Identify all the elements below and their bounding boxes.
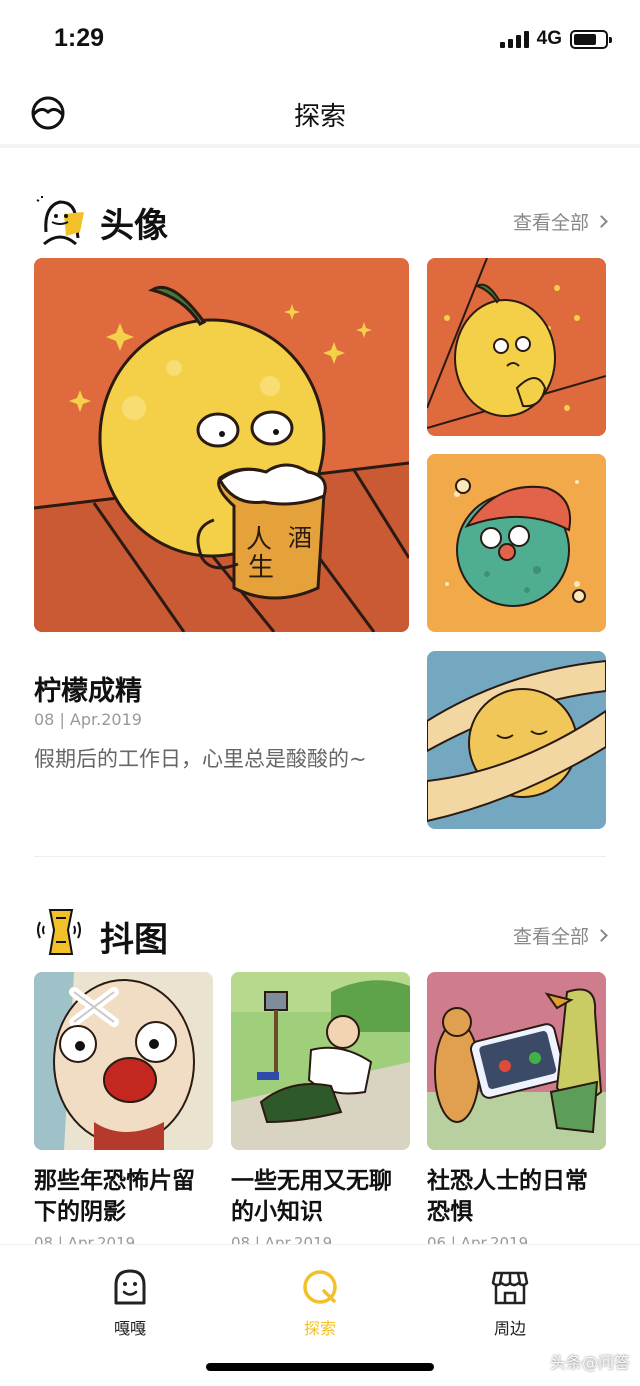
tab-explore[interactable]: 探索	[260, 1267, 380, 1339]
chevron-right-icon	[595, 215, 608, 228]
girl-avatar-icon	[36, 196, 84, 246]
avatar-thumb-1[interactable]	[427, 258, 606, 436]
tab-merch[interactable]: 周边	[450, 1267, 570, 1339]
gif-thumb-2[interactable]	[231, 972, 410, 1150]
signal-icon	[499, 30, 529, 48]
green-planet-illustration	[427, 454, 606, 632]
shaking-figure-icon	[37, 909, 81, 955]
tab-label: 周边	[493, 1319, 526, 1338]
feature-description: 假期后的工作日，心里总是酸酸的~	[34, 747, 367, 771]
gif-item-title[interactable]: 一些无用又无聊的小知识	[231, 1166, 411, 1228]
feature-date: 08 | Apr.2019	[34, 710, 142, 729]
status-indicators: 4G	[499, 28, 612, 50]
view-all-gif-link[interactable]: 查看全部	[512, 922, 608, 949]
avatar-thumb-2[interactable]	[427, 454, 606, 632]
section-divider	[34, 856, 606, 857]
section-title: 头像	[100, 206, 168, 246]
page-title: 探索	[293, 102, 346, 132]
view-all-avatar-link[interactable]: 查看全部	[512, 208, 608, 235]
feature-title[interactable]: 柠檬成精	[34, 669, 142, 708]
network-label: 4G	[536, 28, 562, 49]
status-time: 1:29	[54, 24, 105, 52]
explore-q-icon	[303, 1270, 337, 1304]
gif-thumb-3[interactable]	[427, 972, 606, 1150]
sleepy-planet-illustration	[427, 651, 606, 829]
section-header-avatar: 头像 查看全部	[34, 192, 608, 248]
tab-label: 嘎嘎	[113, 1319, 146, 1338]
section-header-gif: 抖图 查看全部	[34, 906, 608, 962]
status-bar: 1:29 4G	[0, 0, 640, 78]
feature-image-card[interactable]: 人 生 酒	[34, 258, 409, 632]
tab-label: 探索	[303, 1319, 336, 1338]
avatar-thumb-3[interactable]	[427, 651, 606, 829]
watermark-text: 头条@问答	[549, 1353, 630, 1372]
nav-bar: 探索	[0, 78, 640, 148]
gif-item-title[interactable]: 社恐人士的日常恐惧	[427, 1166, 607, 1228]
view-all-label: 查看全部	[512, 926, 589, 948]
animals-phone-illustration	[427, 972, 606, 1150]
sad-lemon-illustration	[427, 258, 606, 436]
gif-item-title[interactable]: 那些年恐怖片留下的阴影	[34, 1166, 214, 1228]
gif-thumb-1[interactable]	[34, 972, 213, 1150]
section-title: 抖图	[100, 920, 168, 960]
store-icon	[491, 1271, 529, 1305]
bottom-tab-bar: 嘎嘎 探索 周边 头条@问答	[0, 1244, 640, 1386]
tab-gaga[interactable]: 嘎嘎	[70, 1267, 190, 1339]
svg-text:人: 人	[246, 525, 272, 555]
watermark: 头条@问答	[550, 1349, 630, 1373]
ghost-face-icon	[114, 1269, 146, 1305]
svg-text:酒: 酒	[288, 524, 312, 552]
clown-illustration	[34, 972, 213, 1150]
battery-icon	[570, 29, 612, 49]
home-indicator[interactable]	[206, 1363, 434, 1371]
chevron-right-icon	[595, 929, 608, 942]
svg-text:生: 生	[248, 553, 274, 583]
view-all-label: 查看全部	[512, 212, 589, 234]
lemon-beer-illustration: 人 生 酒	[34, 258, 409, 632]
cartoon-man-illustration	[231, 972, 410, 1150]
